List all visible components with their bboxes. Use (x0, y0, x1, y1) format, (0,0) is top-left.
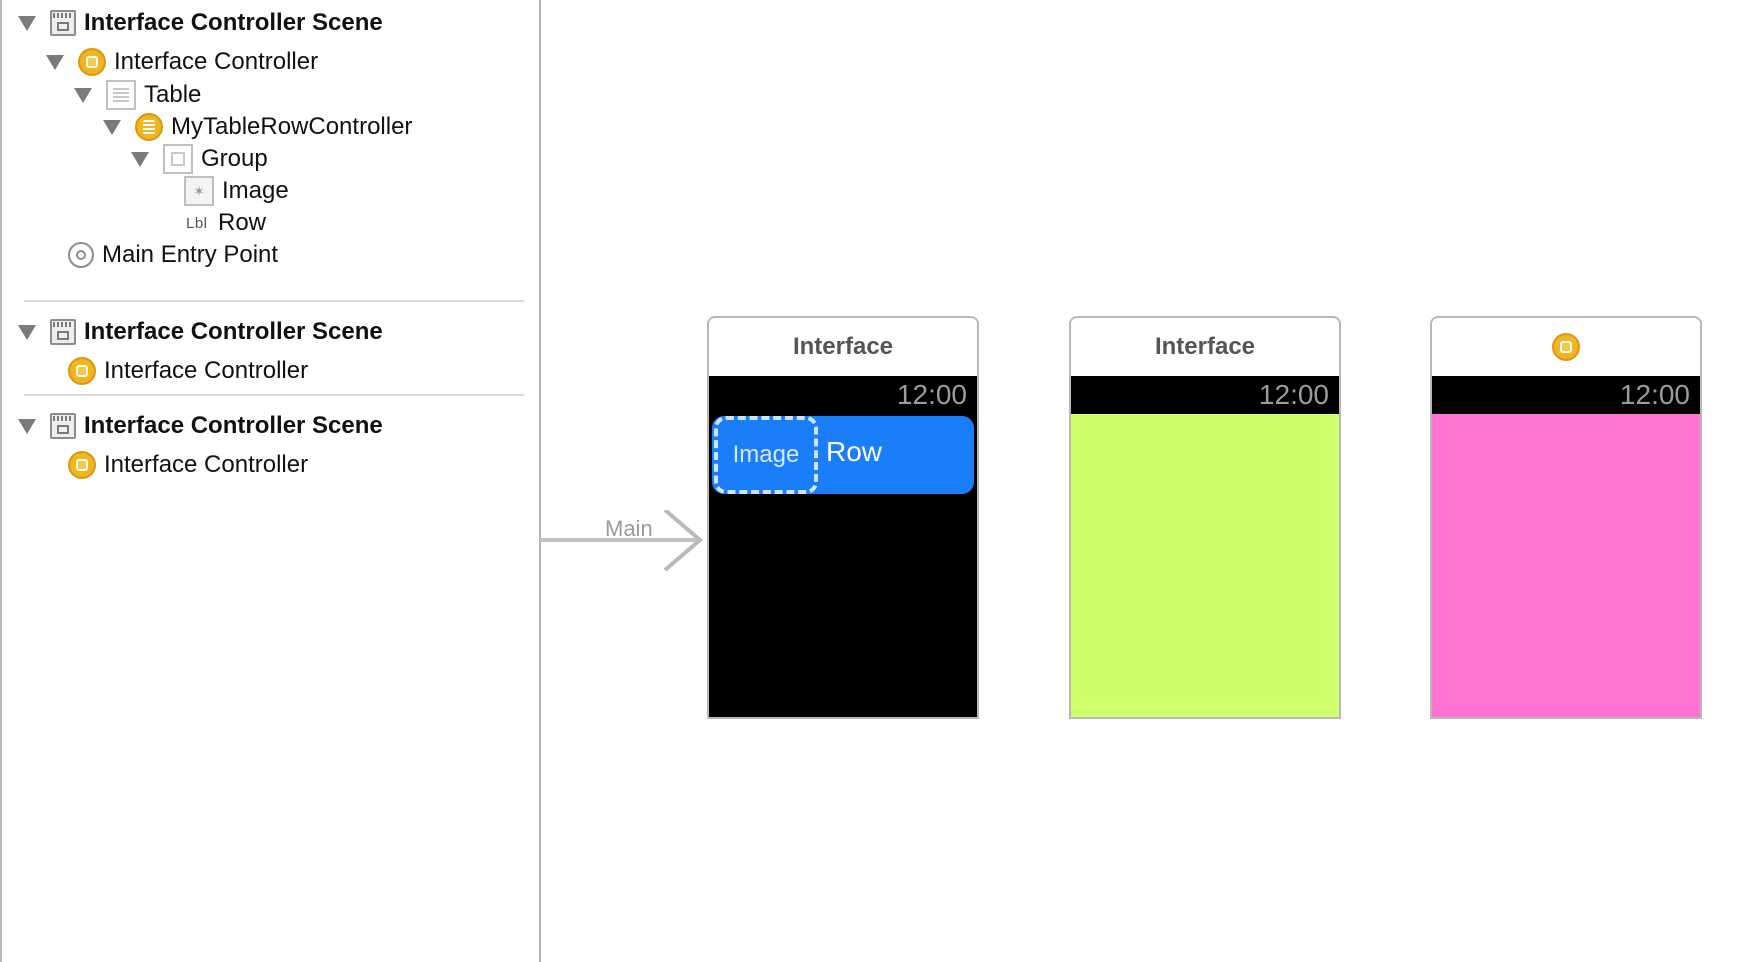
status-time: 12:00 (1619, 379, 1690, 410)
disclosure-triangle-icon[interactable] (46, 54, 64, 70)
controller-header[interactable]: Interface (1069, 316, 1341, 376)
outline-label-row[interactable]: Lbl Row (186, 206, 266, 240)
interface-controller-3[interactable]: 12:00 (1430, 316, 1702, 719)
interface-controller-icon (68, 357, 96, 385)
interface-controller-icon (1552, 333, 1580, 361)
table-label: Table (144, 81, 202, 108)
controller-title: Interface (792, 333, 894, 360)
scene-icon (50, 413, 76, 439)
watch-screen[interactable]: 12:00 Image Row (707, 376, 979, 719)
disclosure-triangle-icon[interactable] (18, 418, 36, 434)
controller-label: Interface Controller (114, 48, 319, 75)
watch-screen[interactable]: 12:00 (1430, 376, 1702, 719)
outline-scene-1[interactable]: Interface Controller Scene (18, 6, 383, 40)
row-label[interactable]: Row (826, 436, 882, 468)
scene-divider (24, 300, 524, 302)
image-icon: ✶ (184, 176, 214, 206)
controller-label: Interface Controller (104, 451, 309, 478)
scene-icon (50, 10, 76, 36)
entry-point-label: Main (605, 516, 653, 541)
disclosure-triangle-icon[interactable] (18, 15, 36, 31)
disclosure-triangle-icon[interactable] (74, 87, 92, 103)
interface-controller-1[interactable]: Interface 12:00 Image Row (707, 316, 979, 719)
outline-scene-2[interactable]: Interface Controller Scene (18, 315, 383, 349)
scene-title: Interface Controller Scene (84, 9, 383, 36)
interface-controller-icon (78, 48, 106, 76)
row-label: Row (218, 209, 267, 236)
outline-interface-controller-1[interactable]: Interface Controller (46, 45, 318, 79)
scene-title: Interface Controller Scene (84, 412, 383, 439)
image-placeholder[interactable]: Image (714, 416, 818, 494)
controller-label: Interface Controller (104, 357, 309, 384)
status-bar: 12:00 (1071, 376, 1339, 414)
interface-controller-2[interactable]: Interface 12:00 (1069, 316, 1341, 719)
interface-controller-icon (68, 451, 96, 479)
status-time: 12:00 (1258, 379, 1329, 410)
outline-interface-controller-3[interactable]: Interface Controller (68, 448, 308, 482)
scene-divider (24, 394, 524, 396)
table[interactable]: Image Row (709, 414, 977, 717)
outline-row-controller[interactable]: MyTableRowController (103, 110, 412, 144)
row-controller-icon (135, 113, 163, 141)
controller-header[interactable]: Interface (707, 316, 979, 376)
scene-icon (50, 319, 76, 345)
entry-point-label: Main Entry Point (102, 241, 279, 268)
group-label: Group (201, 145, 268, 172)
row-controller-label: MyTableRowController (171, 113, 413, 140)
outline-image[interactable]: ✶ Image (184, 174, 289, 208)
controller-title: Interface (1154, 333, 1256, 360)
outline-table[interactable]: Table (74, 78, 201, 112)
outline-group[interactable]: Group (131, 142, 268, 176)
disclosure-triangle-icon[interactable] (131, 151, 149, 167)
table-icon (106, 80, 136, 110)
controller-header[interactable] (1430, 316, 1702, 376)
image-label: Image (222, 177, 289, 204)
disclosure-triangle-icon[interactable] (18, 324, 36, 340)
outline-interface-controller-2[interactable]: Interface Controller (68, 354, 308, 388)
group-icon (163, 144, 193, 174)
label-type-icon: Lbl (186, 214, 208, 232)
outline-main-entry-point[interactable]: Main Entry Point (68, 238, 278, 272)
disclosure-triangle-icon[interactable] (103, 119, 121, 135)
document-outline: Interface Controller Scene Interface Con… (0, 0, 541, 962)
status-bar: 12:00 (1432, 376, 1700, 414)
scene-title: Interface Controller Scene (84, 318, 383, 345)
status-time: 12:00 (896, 379, 967, 410)
entry-point-icon (68, 242, 94, 268)
status-bar: 12:00 (709, 376, 977, 414)
table-row[interactable]: Image Row (712, 416, 974, 494)
outline-scene-3[interactable]: Interface Controller Scene (18, 409, 383, 443)
watch-screen[interactable]: 12:00 (1069, 376, 1341, 719)
